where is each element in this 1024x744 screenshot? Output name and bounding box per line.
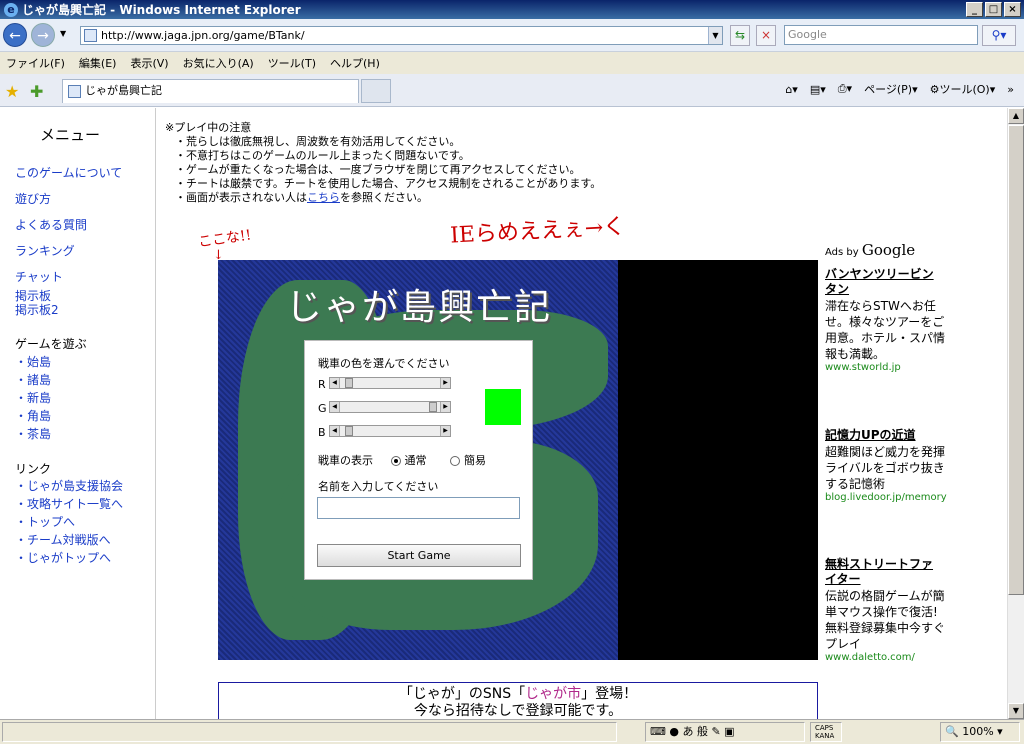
page-viewport: メニュー このゲームについて 遊び方 よくある質問 ランキング チャット 掲示板… [0, 108, 1007, 719]
history-dropdown-icon[interactable]: ▼ [60, 29, 66, 38]
r-thumb[interactable] [345, 378, 353, 388]
game-title: じゃが島興亡記 [286, 287, 553, 328]
start-game-button[interactable]: Start Game [317, 544, 521, 567]
tab-current[interactable]: じゃが島興亡記 [62, 79, 359, 103]
annotation-here: ここな!! [197, 227, 253, 251]
sidebar-link-chat[interactable]: チャット [15, 268, 63, 285]
ext-link[interactable]: ・トップへ [15, 513, 123, 531]
game-link[interactable]: ・茶島 [15, 425, 51, 443]
sidebar-link-about[interactable]: このゲームについて [15, 164, 122, 181]
setup-panel: 戦車の色を選んでください R ◀ ▶ G ◀ ▶ B ◀ ▶ 戦車の表示 通常 簡易 … [304, 340, 533, 580]
ext-link[interactable]: ・攻略サイト一覧へ [15, 495, 123, 513]
sidebar-title: メニュー [40, 126, 101, 144]
window-title: じゃが島興亡記 - Windows Internet Explorer [22, 3, 301, 17]
ie-logo-icon: e [4, 2, 18, 17]
ext-link[interactable]: ・チーム対戦版へ [15, 531, 123, 549]
home-icon[interactable]: ⌂▾ [785, 83, 798, 96]
close-button[interactable]: × [1004, 2, 1021, 17]
game-link[interactable]: ・角島 [15, 407, 51, 425]
zoom-control[interactable]: 🔍 100% ▾ [940, 722, 1020, 742]
game-link[interactable]: ・新島 [15, 389, 51, 407]
color-swatch [485, 389, 521, 425]
ad-item[interactable]: 無料ストリートファイター 伝説の格闘ゲームが簡単マウス操作で復活!無料登録募集中… [825, 557, 945, 663]
sidebar-link-ranking[interactable]: ランキング [15, 242, 75, 259]
address-dropdown-icon[interactable]: ▼ [708, 27, 722, 44]
address-toolbar: ← → ▼ http://www.jaga.jpn.org/game/BTank… [0, 19, 1024, 52]
g-slider[interactable]: ◀ ▶ [329, 401, 451, 413]
annotation-ie: IEらめええぇ→く [449, 214, 626, 249]
refresh-button[interactable]: ⇆ [730, 25, 750, 46]
game-canvas[interactable]: じゃが島興亡記 戦車の色を選んでください R ◀ ▶ G ◀ ▶ B ◀ ▶ 戦車の表… [218, 260, 818, 660]
sidebar-link-bbs2[interactable]: 掲示板2 [15, 301, 59, 318]
radio-simple[interactable]: 簡易 [450, 454, 486, 467]
stop-button[interactable]: × [756, 25, 776, 46]
b-thumb[interactable] [345, 426, 353, 436]
play-notes: ※プレイ中の注意 ・荒らしは徹底無視し、周波数を有効活用してください。 ・不意打… [165, 121, 602, 204]
scroll-up-icon[interactable]: ▲ [1008, 108, 1024, 124]
search-input[interactable]: Google [784, 25, 978, 45]
ime-bar: ⌨ ● あ 般 ✎ ▣ [645, 722, 805, 742]
caps-kana-indicator: CAPS KANA [810, 722, 842, 742]
name-label: 名前を入力してください [318, 480, 439, 493]
sidebar-link-faq[interactable]: よくある質問 [15, 216, 87, 233]
menu-help[interactable]: ヘルプ(H) [330, 55, 380, 71]
notes-here-link[interactable]: こちら [307, 191, 340, 204]
vertical-scrollbar[interactable]: ▲ ▼ [1007, 108, 1024, 719]
menu-bar: ファイル(F) 編集(E) 表示(V) お気に入り(A) ツール(T) ヘルプ(… [0, 52, 1024, 74]
r-slider[interactable]: ◀ ▶ [329, 377, 451, 389]
r-label: R [318, 378, 326, 391]
new-tab-button[interactable] [361, 79, 391, 103]
ads-column: Ads by Google バンヤンツリービンタン 滞在ならSTWへお任せ。様々… [825, 241, 947, 663]
links-header: リンク [15, 462, 52, 476]
menu-file[interactable]: ファイル(F) [6, 55, 65, 71]
ext-link[interactable]: ・じゃがトップへ [15, 549, 123, 567]
tab-bar: ★ ✚ じゃが島興亡記 ⌂▾ ▤▾ ⎙▾ ページ(P)▾ ⚙ツール(O)▾ » [0, 74, 1024, 107]
ext-link[interactable]: ・じゃが島支援協会 [15, 477, 123, 495]
search-icon[interactable]: ⚲▾ [982, 25, 1016, 46]
add-favorite-icon[interactable]: ✚ [30, 82, 43, 101]
game-link[interactable]: ・始島 [15, 353, 51, 371]
back-button[interactable]: ← [3, 23, 27, 47]
menu-favorites[interactable]: お気に入り(A) [183, 55, 254, 71]
name-input[interactable] [317, 497, 520, 519]
menu-edit[interactable]: 編集(E) [79, 55, 117, 71]
menu-view[interactable]: 表示(V) [130, 55, 168, 71]
b-slider[interactable]: ◀ ▶ [329, 425, 451, 437]
b-label: B [318, 426, 326, 439]
games-header: ゲームを遊ぶ [15, 337, 87, 351]
scroll-down-icon[interactable]: ▼ [1008, 703, 1024, 719]
sidebar-link-howto[interactable]: 遊び方 [15, 190, 51, 207]
display-label: 戦車の表示 [318, 454, 373, 467]
maximize-button[interactable]: □ [985, 2, 1002, 17]
window-titlebar: e じゃが島興亡記 - Windows Internet Explorer _ … [0, 0, 1024, 19]
print-icon[interactable]: ⎙▾ [838, 82, 852, 96]
forward-button[interactable]: → [31, 23, 55, 47]
page-icon [84, 29, 97, 42]
game-link[interactable]: ・諸島 [15, 371, 51, 389]
color-label: 戦車の色を選んでください [318, 357, 450, 370]
favorites-star-icon[interactable]: ★ [5, 82, 19, 101]
tab-page-icon [68, 85, 81, 98]
ad-item[interactable]: バンヤンツリービンタン 滞在ならSTWへお任せ。様々なツアーをご用意。ホテル・ス… [825, 267, 945, 373]
g-thumb[interactable] [429, 402, 437, 412]
feeds-icon[interactable]: ▤▾ [810, 83, 826, 96]
address-field[interactable]: http://www.jaga.jpn.org/game/BTank/ ▼ [80, 26, 723, 45]
google-logo: Google [861, 241, 916, 259]
status-bar: ⌨ ● あ 般 ✎ ▣ CAPS KANA 🔍 100% ▾ [0, 719, 1024, 744]
minimize-button[interactable]: _ [966, 2, 983, 17]
radio-normal[interactable]: 通常 [390, 454, 427, 467]
tools-menu[interactable]: ⚙ツール(O)▾ [930, 81, 996, 97]
ad-item[interactable]: 記憶力UPの近道 超難関ほど威力を発揮 ライバルをゴボウ抜きする記憶術 blog… [825, 428, 947, 503]
ime-a: あ [682, 725, 694, 738]
sidebar: メニュー このゲームについて 遊び方 よくある質問 ランキング チャット 掲示板… [0, 108, 156, 719]
menu-tools[interactable]: ツール(T) [268, 55, 316, 71]
more-chevron-icon[interactable]: » [1007, 83, 1014, 96]
ime-b: 般 [696, 725, 708, 738]
status-text [2, 722, 617, 742]
sns-banner[interactable]: 「じゃが」のSNS「じゃが市」登場！ 今なら招待なしで登録可能です。 [218, 682, 818, 719]
g-label: G [318, 402, 327, 415]
scroll-thumb[interactable] [1008, 125, 1024, 595]
page-menu[interactable]: ページ(P)▾ [864, 81, 918, 97]
